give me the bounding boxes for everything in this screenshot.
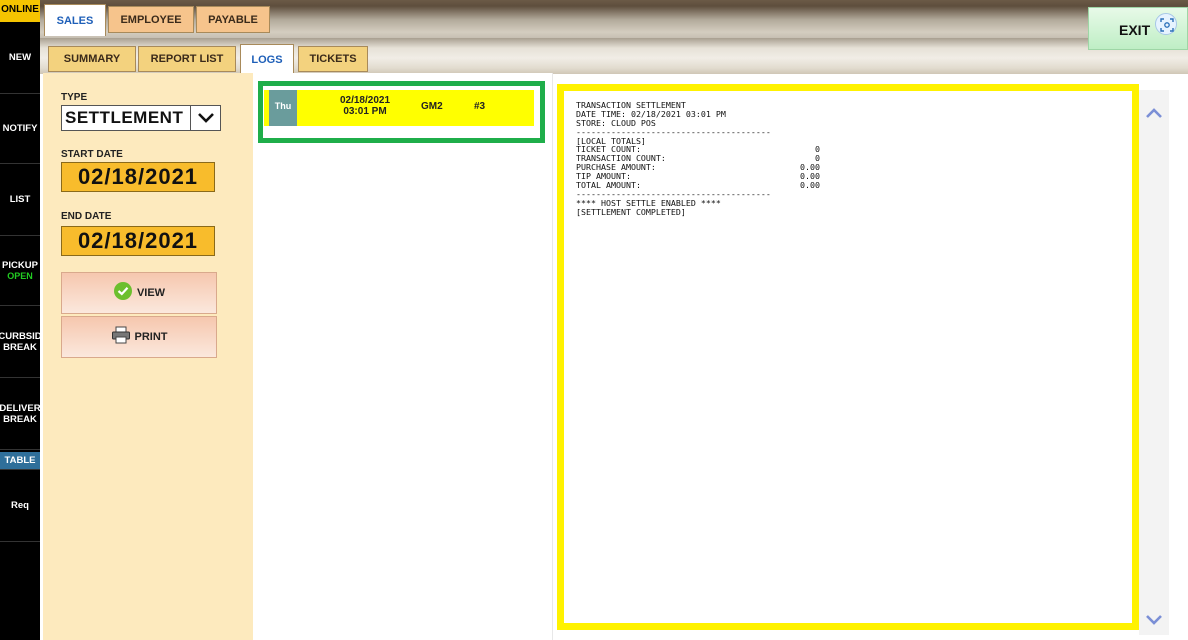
receipt-header-line: STORE: CLOUD POS — [576, 118, 656, 128]
receipt-footer-line: **** HOST SETTLE ENABLED **** — [576, 198, 721, 208]
end-date-field[interactable]: 02/18/2021 — [61, 226, 215, 256]
tab-employee[interactable]: EMPLOYEE — [108, 6, 194, 33]
receipt-header-line: DATE TIME: 02/18/2021 03:01 PM — [576, 109, 726, 119]
scroll-down-icon[interactable] — [1145, 613, 1163, 631]
rail-list-button[interactable]: LIST — [0, 164, 40, 236]
rail-req-button[interactable]: Req — [0, 470, 40, 542]
log-terminal: GM2 — [421, 101, 443, 112]
rail-pickup-label: PICKUP — [2, 259, 38, 271]
view-label: VIEW — [136, 287, 166, 299]
receipt-row-label: TIP AMOUNT: — [576, 172, 631, 182]
exit-button[interactable]: EXIT — [1088, 7, 1188, 50]
log-row[interactable]: Thu 02/18/2021 03:01 PM GM2 #3 — [264, 90, 534, 126]
receipt-row: TIP AMOUNT: 0.00 — [576, 172, 820, 181]
tab-logs[interactable]: LOGS — [240, 44, 294, 74]
log-datetime: 02/18/2021 03:01 PM — [328, 95, 402, 117]
receipt-row: TOTAL AMOUNT: 0.00 — [576, 181, 820, 190]
pos-report-screen: ONLINE NEW NOTIFY LIST PICKUP OPEN CURBS… — [0, 0, 1188, 640]
type-select-value: SETTLEMENT — [65, 108, 184, 127]
rail-delivery-button[interactable]: DELIVER BREAK — [0, 378, 40, 450]
log-time: 03:01 PM — [343, 106, 387, 117]
rail-curbside-button[interactable]: CURBSID BREAK — [0, 306, 40, 378]
receipt-row-value: 0.00 — [800, 163, 820, 173]
receipt-row-value: 0.00 — [800, 181, 820, 190]
rail-table-label: TABLE — [4, 455, 36, 466]
type-select[interactable]: SETTLEMENT — [61, 105, 221, 131]
main-tab-bar: SALES EMPLOYEE PAYABLE — [40, 0, 1188, 38]
receipt-header-line: TRANSACTION SETTLEMENT — [576, 101, 686, 110]
receipt-scrollbar[interactable] — [1139, 90, 1169, 635]
receipt-viewer: TRANSACTION SETTLEMENT DATE TIME: 02/18/… — [557, 84, 1139, 630]
log-date: 02/18/2021 — [339, 95, 391, 106]
tab-summary[interactable]: SUMMARY — [48, 46, 136, 72]
print-button[interactable]: PRINT — [61, 316, 217, 358]
log-day: Thu — [269, 90, 297, 126]
receipt-row-value: 0 — [815, 154, 820, 164]
rail-new-label: NEW — [8, 52, 32, 63]
delivery-status: BREAK — [3, 413, 37, 425]
side-nav-rail: ONLINE NEW NOTIFY LIST PICKUP OPEN CURBS… — [0, 0, 40, 640]
receipt-row-label: TICKET COUNT: — [576, 145, 641, 155]
rail-new-button[interactable]: NEW — [0, 22, 40, 94]
printer-icon — [111, 326, 131, 349]
receipt-row-value: 0.00 — [800, 172, 820, 182]
rail-notify-button[interactable]: NOTIFY — [0, 94, 40, 164]
rail-list-label: LIST — [9, 194, 31, 205]
rail-delivery-label: DELIVER — [0, 402, 40, 414]
chevron-down-icon[interactable] — [190, 106, 220, 130]
log-list: Thu 02/18/2021 03:01 PM GM2 #3 — [253, 73, 553, 640]
rail-pickup-button[interactable]: PICKUP OPEN — [0, 236, 40, 306]
receipt-section-title: [LOCAL TOTALS] — [576, 136, 646, 146]
receipt-text: TRANSACTION SETTLEMENT DATE TIME: 02/18/… — [576, 101, 1116, 217]
receipt-row-label: TOTAL AMOUNT: — [576, 181, 641, 190]
receipt-row-label: TRANSACTION COUNT: — [576, 154, 666, 164]
scroll-up-icon[interactable] — [1145, 106, 1163, 124]
receipt-divider: --------------------------------------- — [576, 189, 771, 199]
rail-notify-label: NOTIFY — [2, 123, 38, 134]
type-label: TYPE — [61, 92, 88, 103]
start-date-label: START DATE — [61, 149, 123, 160]
screen-capture-icon[interactable] — [1155, 13, 1177, 35]
view-button[interactable]: VIEW — [61, 272, 217, 314]
sub-tab-bar: SUMMARY REPORT LIST LOGS TICKETS — [40, 38, 1188, 74]
end-date-label: END DATE — [61, 211, 112, 222]
pickup-status: OPEN — [7, 270, 33, 281]
exit-label: EXIT — [1119, 22, 1151, 38]
tab-tickets[interactable]: TICKETS — [298, 46, 368, 72]
curbside-status: BREAK — [3, 341, 37, 353]
receipt-footer-line: [SETTLEMENT COMPLETED] — [576, 207, 686, 217]
log-number: #3 — [474, 101, 486, 112]
receipt-row: TICKET COUNT: 0 — [576, 145, 820, 154]
receipt-row: TRANSACTION COUNT: 0 — [576, 154, 820, 163]
rail-curbside-label: CURBSID — [0, 330, 40, 342]
tab-payable[interactable]: PAYABLE — [196, 6, 270, 33]
receipt-row: PURCHASE AMOUNT: 0.00 — [576, 163, 820, 172]
start-date-field[interactable]: 02/18/2021 — [61, 162, 215, 192]
receipt-row-value: 0 — [815, 145, 820, 155]
rail-table-button[interactable]: TABLE — [0, 452, 40, 470]
tab-sales[interactable]: SALES — [44, 4, 106, 36]
filter-panel: TYPE SETTLEMENT START DATE 02/18/2021 EN… — [43, 73, 253, 640]
print-label: PRINT — [134, 331, 168, 343]
receipt-divider: --------------------------------------- — [576, 127, 771, 137]
receipt-row-label: PURCHASE AMOUNT: — [576, 163, 656, 173]
online-status-badge: ONLINE — [0, 0, 40, 22]
tab-report-list[interactable]: REPORT LIST — [138, 46, 236, 72]
rail-req-label: Req — [11, 500, 29, 511]
check-circle-icon — [113, 281, 133, 306]
